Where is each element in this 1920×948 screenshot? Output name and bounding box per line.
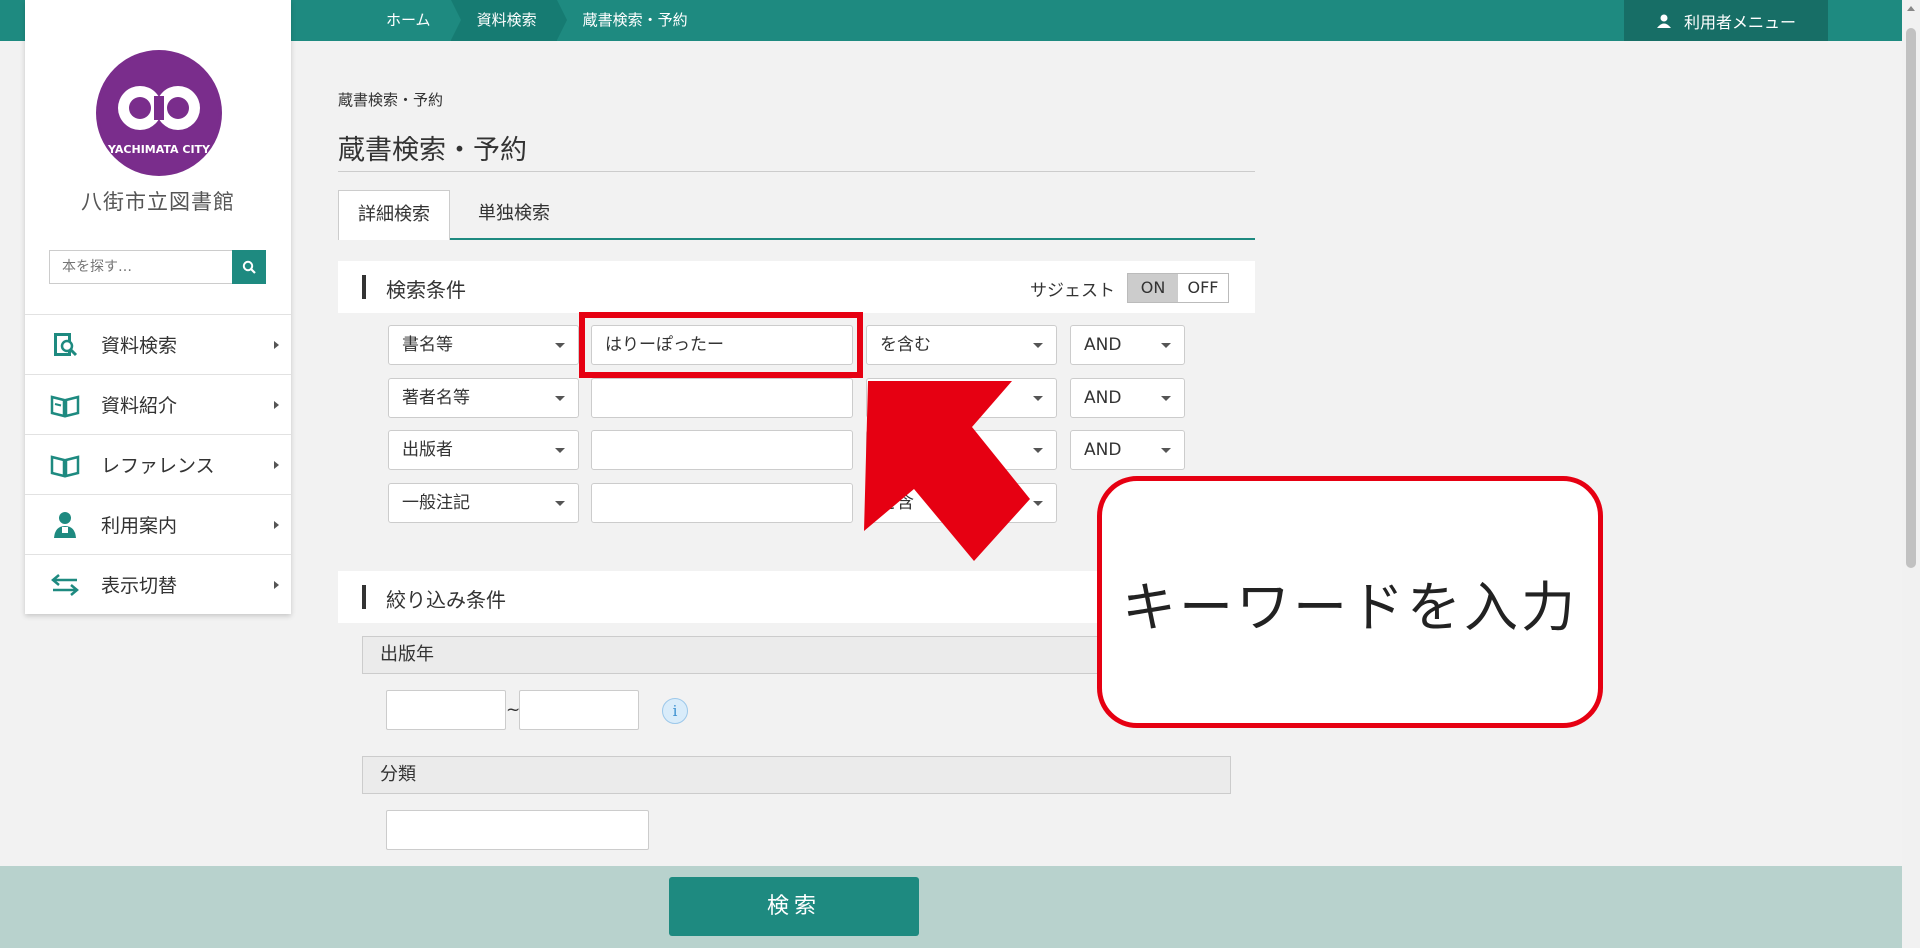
suggest-on-button[interactable]: ON — [1128, 274, 1178, 302]
sidebar-item-material-intro[interactable]: 資料紹介 — [25, 374, 291, 434]
classification-header: 分類 — [362, 756, 1231, 794]
scrollbar-thumb[interactable] — [1906, 28, 1916, 568]
field-select-value: 著者名等 — [402, 388, 470, 408]
sidebar: YACHIMATA CITY 八街市立図書館 資料検索 資料紹介 — [25, 0, 291, 614]
sidebar-search-input[interactable] — [49, 250, 232, 284]
user-menu-label: 利用者メニュー — [1683, 12, 1796, 32]
sidebar-item-label: 表示切替 — [101, 575, 178, 597]
tab-advanced-search[interactable]: 詳細検索 — [338, 190, 450, 240]
chevron-right-icon — [274, 401, 279, 409]
heading-bar — [362, 275, 366, 299]
open-book-icon — [49, 389, 81, 421]
classification-input[interactable] — [386, 810, 649, 850]
heading-bar — [362, 585, 366, 609]
search-button[interactable]: 検索 — [669, 877, 919, 936]
field-select-4[interactable]: 一般注記 — [388, 483, 579, 523]
chevron-down-icon — [555, 501, 565, 506]
page-title: 蔵書検索・予約 — [338, 135, 527, 166]
field-select-value: 書名等 — [402, 335, 453, 355]
callout-text: キーワードを入力 — [1122, 575, 1578, 639]
match-select-value: を含む — [880, 335, 931, 355]
bottom-action-bar — [0, 866, 1920, 948]
field-select-value: 一般注記 — [402, 493, 470, 513]
tab-simple-search[interactable]: 単独検索 — [459, 190, 569, 240]
annotation-callout: キーワードを入力 — [1097, 476, 1603, 728]
keyword-input-2[interactable] — [591, 378, 853, 418]
chevron-down-icon — [1161, 343, 1171, 348]
pub-year-from-input[interactable] — [386, 690, 506, 730]
logo-text: YACHIMATA CITY — [107, 143, 211, 156]
page-scrollbar[interactable] — [1902, 0, 1920, 948]
logic-select-value: AND — [1084, 440, 1122, 460]
library-logo[interactable]: YACHIMATA CITY — [96, 50, 222, 176]
chevron-down-icon — [1161, 396, 1171, 401]
chevron-right-icon — [274, 581, 279, 589]
sidebar-item-material-search[interactable]: 資料検索 — [25, 314, 291, 374]
chevron-down-icon — [555, 343, 565, 348]
search-tabs: 詳細検索 単独検索 — [338, 190, 1255, 240]
chevron-down-icon — [1161, 448, 1171, 453]
annotation-arrow-icon — [864, 381, 1030, 561]
keyword-input-3[interactable] — [591, 430, 853, 470]
field-select-2[interactable]: 著者名等 — [388, 378, 579, 418]
chevron-down-icon — [1033, 343, 1043, 348]
chevron-right-icon — [274, 341, 279, 349]
chevron-down-icon — [555, 396, 565, 401]
sidebar-search — [49, 250, 266, 284]
sidebar-item-label: 利用案内 — [101, 515, 178, 537]
filters-heading: 絞り込み条件 — [386, 588, 506, 612]
library-name: 八街市立図書館 — [81, 190, 235, 214]
suggest-toggle: ON OFF — [1127, 273, 1229, 303]
logic-select-2[interactable]: AND — [1070, 378, 1185, 418]
header-breadcrumb: ホーム 資料検索 蔵書検索・予約 — [360, 0, 708, 41]
crumb-home[interactable]: ホーム — [360, 0, 461, 41]
sidebar-nav: 資料検索 資料紹介 レファレンス 利用案内 表示切替 — [25, 314, 291, 614]
suggest-off-button[interactable]: OFF — [1178, 274, 1228, 302]
page-breadcrumb: 蔵書検索・予約 — [338, 91, 444, 109]
pub-year-to-input[interactable] — [519, 690, 639, 730]
sidebar-search-button[interactable] — [232, 250, 266, 284]
logic-select-value: AND — [1084, 335, 1122, 355]
open-book-icon — [49, 449, 81, 481]
sidebar-item-display-switch[interactable]: 表示切替 — [25, 554, 291, 614]
search-icon — [242, 260, 256, 274]
chevron-right-icon — [274, 461, 279, 469]
title-divider — [338, 171, 1255, 172]
field-select-1[interactable]: 書名等 — [388, 325, 579, 365]
crumb-search[interactable]: 資料検索 — [450, 0, 567, 41]
sidebar-item-label: 資料検索 — [101, 335, 178, 357]
sidebar-item-reference[interactable]: レファレンス — [25, 434, 291, 494]
sidebar-item-label: レファレンス — [101, 455, 215, 477]
field-select-3[interactable]: 出版者 — [388, 430, 579, 470]
user-menu-button[interactable]: 利用者メニュー — [1624, 0, 1828, 41]
scroll-up-icon[interactable] — [1907, 6, 1915, 11]
logic-select-1[interactable]: AND — [1070, 325, 1185, 365]
logic-select-3[interactable]: AND — [1070, 430, 1185, 470]
crumb-current: 蔵書検索・予約 — [582, 11, 688, 29]
suggest-control: サジェスト ON OFF — [1030, 273, 1229, 303]
chevron-down-icon — [555, 448, 565, 453]
logic-select-value: AND — [1084, 388, 1122, 408]
match-select-1[interactable]: を含む — [866, 325, 1057, 365]
info-icon[interactable]: i — [662, 698, 688, 724]
field-select-value: 出版者 — [402, 440, 453, 460]
sidebar-item-guide[interactable]: 利用案内 — [25, 494, 291, 554]
person-icon — [49, 509, 81, 541]
keyword-highlight-box — [579, 312, 863, 378]
conditions-header: 検索条件 サジェスト ON OFF — [338, 261, 1255, 313]
sidebar-item-label: 資料紹介 — [101, 395, 178, 417]
keyword-input-4[interactable] — [591, 483, 853, 523]
suggest-label: サジェスト — [1030, 280, 1115, 301]
conditions-heading: 検索条件 — [386, 278, 466, 302]
book-search-icon — [49, 329, 81, 361]
user-icon — [1656, 14, 1671, 28]
chevron-right-icon — [274, 521, 279, 529]
swap-arrows-icon — [49, 569, 81, 601]
